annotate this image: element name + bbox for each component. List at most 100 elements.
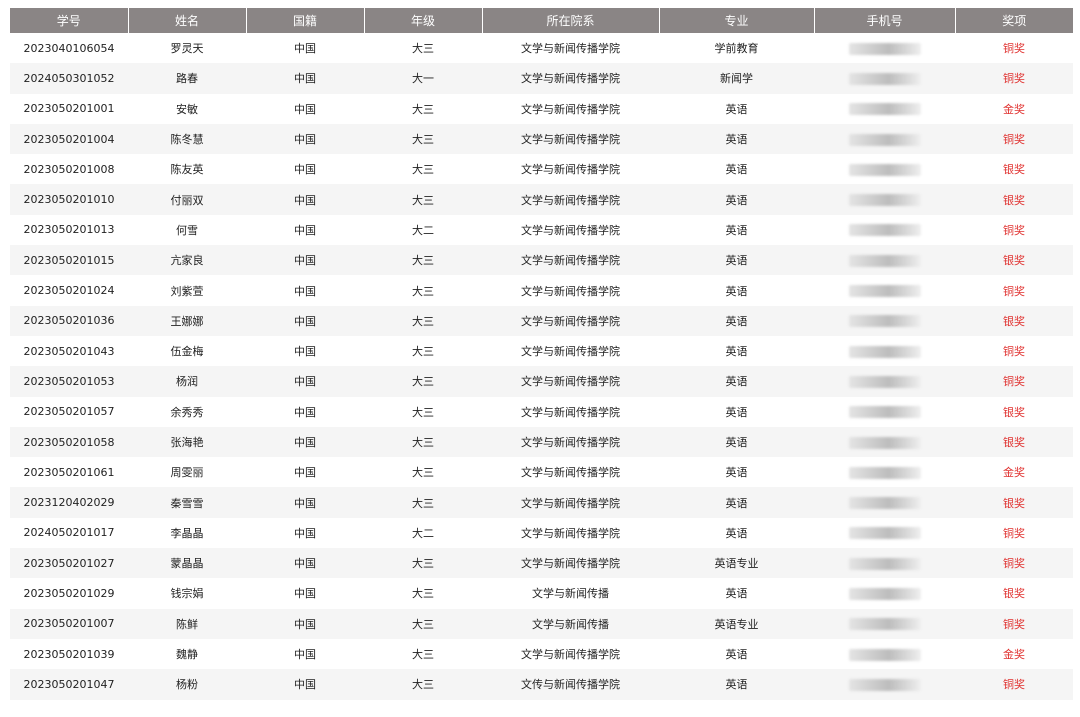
cell-major: 新闻学 [659, 63, 814, 94]
phone-redaction-blur [848, 466, 921, 479]
cell-major: 英语 [659, 275, 814, 306]
phone-redaction-blur [848, 224, 921, 237]
cell-nationality: 中国 [246, 366, 364, 397]
phone-redaction-blur [848, 133, 921, 146]
cell-name: 李晶晶 [128, 517, 246, 549]
header-name: 姓名 [128, 8, 247, 33]
cell-college: 文学与新闻传播学院 [482, 638, 659, 670]
header-grade: 年级 [364, 8, 483, 33]
table-row: 2023050201007 陈鲜 中国 大三 文学与新闻传播 英语专业 铜奖 [10, 608, 1073, 639]
cell-nationality: 中国 [246, 457, 364, 488]
phone-redaction-blur [848, 345, 921, 358]
cell-nationality: 中国 [246, 245, 364, 276]
phone-redaction-blur [848, 72, 921, 85]
cell-college: 文学与新闻传播学院 [482, 184, 659, 215]
cell-phone [814, 305, 955, 336]
cell-major: 英语 [659, 396, 814, 427]
table-row: 2023050201036 王娜娜 中国 大三 文学与新闻传播学院 英语 银奖 [10, 305, 1073, 336]
cell-student-id: 2023050201008 [10, 154, 128, 185]
cell-grade: 大三 [364, 457, 482, 488]
table-row: 2023050201027 蒙晶晶 中国 大三 文学与新闻传播学院 英语专业 铜奖 [10, 548, 1073, 579]
cell-phone [814, 245, 955, 276]
cell-college: 文学与新闻传播学院 [482, 396, 659, 427]
cell-grade: 大三 [364, 638, 482, 670]
cell-major: 英语 [659, 335, 814, 367]
cell-student-id: 2023120402029 [10, 487, 128, 518]
cell-student-id: 2023050201036 [10, 305, 128, 336]
cell-award: 铜奖 [955, 63, 1073, 94]
cell-student-id: 2023050201007 [10, 608, 128, 639]
cell-grade: 大二 [364, 517, 482, 549]
cell-award: 铜奖 [955, 608, 1073, 639]
table-row: 2023050201004 陈冬慧 中国 大三 文学与新闻传播学院 英语 铜奖 [10, 123, 1073, 155]
cell-major: 英语 [659, 123, 814, 155]
cell-grade: 大二 [364, 214, 482, 246]
cell-college: 文学与新闻传播 [482, 578, 659, 609]
cell-phone [814, 184, 955, 215]
cell-nationality: 中国 [246, 275, 364, 306]
header-college: 所在院系 [482, 8, 660, 33]
cell-student-id: 2023050201061 [10, 457, 128, 488]
cell-phone [814, 578, 955, 609]
cell-name: 伍金梅 [128, 335, 246, 367]
cell-student-id: 2023050201029 [10, 578, 128, 609]
cell-college: 文学与新闻传播学院 [482, 457, 659, 488]
cell-college: 文学与新闻传播学院 [482, 63, 659, 94]
award-table: 学号 姓名 国籍 年级 所在院系 专业 手机号 奖项 2023040106054… [10, 8, 1073, 700]
cell-nationality: 中国 [246, 214, 364, 246]
cell-name: 路春 [128, 63, 246, 94]
cell-student-id: 2023040106054 [10, 33, 128, 64]
phone-redaction-blur [848, 42, 921, 55]
cell-student-id: 2023050201010 [10, 184, 128, 215]
cell-name: 魏静 [128, 638, 246, 670]
cell-grade: 大三 [364, 123, 482, 155]
phone-redaction-blur [848, 557, 921, 570]
cell-phone [814, 275, 955, 306]
cell-name: 周雯丽 [128, 457, 246, 488]
table-row: 2023050201061 周雯丽 中国 大三 文学与新闻传播学院 英语 金奖 [10, 457, 1073, 488]
header-nationality: 国籍 [246, 8, 365, 33]
header-phone: 手机号 [814, 8, 956, 33]
cell-grade: 大三 [364, 154, 482, 185]
cell-name: 杨润 [128, 366, 246, 397]
cell-award: 金奖 [955, 638, 1073, 670]
phone-redaction-blur [848, 375, 921, 388]
cell-major: 英语 [659, 457, 814, 488]
phone-redaction-blur [848, 648, 921, 661]
cell-phone [814, 457, 955, 488]
phone-redaction-blur [848, 254, 921, 267]
cell-nationality: 中国 [246, 487, 364, 518]
cell-grade: 大三 [364, 608, 482, 639]
award-table-container: 学号 姓名 国籍 年级 所在院系 专业 手机号 奖项 2023040106054… [10, 8, 1073, 700]
cell-phone [814, 487, 955, 518]
cell-major: 英语专业 [659, 608, 814, 639]
cell-phone [814, 63, 955, 94]
cell-name: 亢家良 [128, 245, 246, 276]
cell-grade: 大三 [364, 426, 482, 458]
cell-student-id: 2024050301052 [10, 63, 128, 94]
cell-grade: 大三 [364, 578, 482, 609]
cell-major: 英语 [659, 184, 814, 215]
cell-award: 铜奖 [955, 33, 1073, 64]
cell-college: 文学与新闻传播学院 [482, 123, 659, 155]
cell-name: 刘紫萱 [128, 275, 246, 306]
cell-phone [814, 426, 955, 458]
cell-award: 银奖 [955, 426, 1073, 458]
table-body: 2023040106054 罗灵天 中国 大三 文学与新闻传播学院 学前教育 铜奖 20240… [10, 33, 1073, 700]
cell-college: 文学与新闻传播学院 [482, 335, 659, 367]
cell-name: 杨粉 [128, 669, 246, 700]
cell-nationality: 中国 [246, 305, 364, 336]
cell-award: 金奖 [955, 457, 1073, 488]
cell-phone [814, 548, 955, 579]
cell-grade: 大三 [364, 245, 482, 276]
cell-nationality: 中国 [246, 396, 364, 427]
cell-name: 安敏 [128, 93, 246, 124]
phone-redaction-blur [848, 436, 921, 449]
cell-nationality: 中国 [246, 63, 364, 94]
phone-redaction-blur [848, 678, 921, 691]
header-award: 奖项 [955, 8, 1073, 33]
cell-nationality: 中国 [246, 578, 364, 609]
cell-college: 文学与新闻传播学院 [482, 517, 659, 549]
phone-redaction-blur [848, 497, 921, 510]
table-row: 2024050201017 李晶晶 中国 大二 文学与新闻传播学院 英语 铜奖 [10, 517, 1073, 549]
